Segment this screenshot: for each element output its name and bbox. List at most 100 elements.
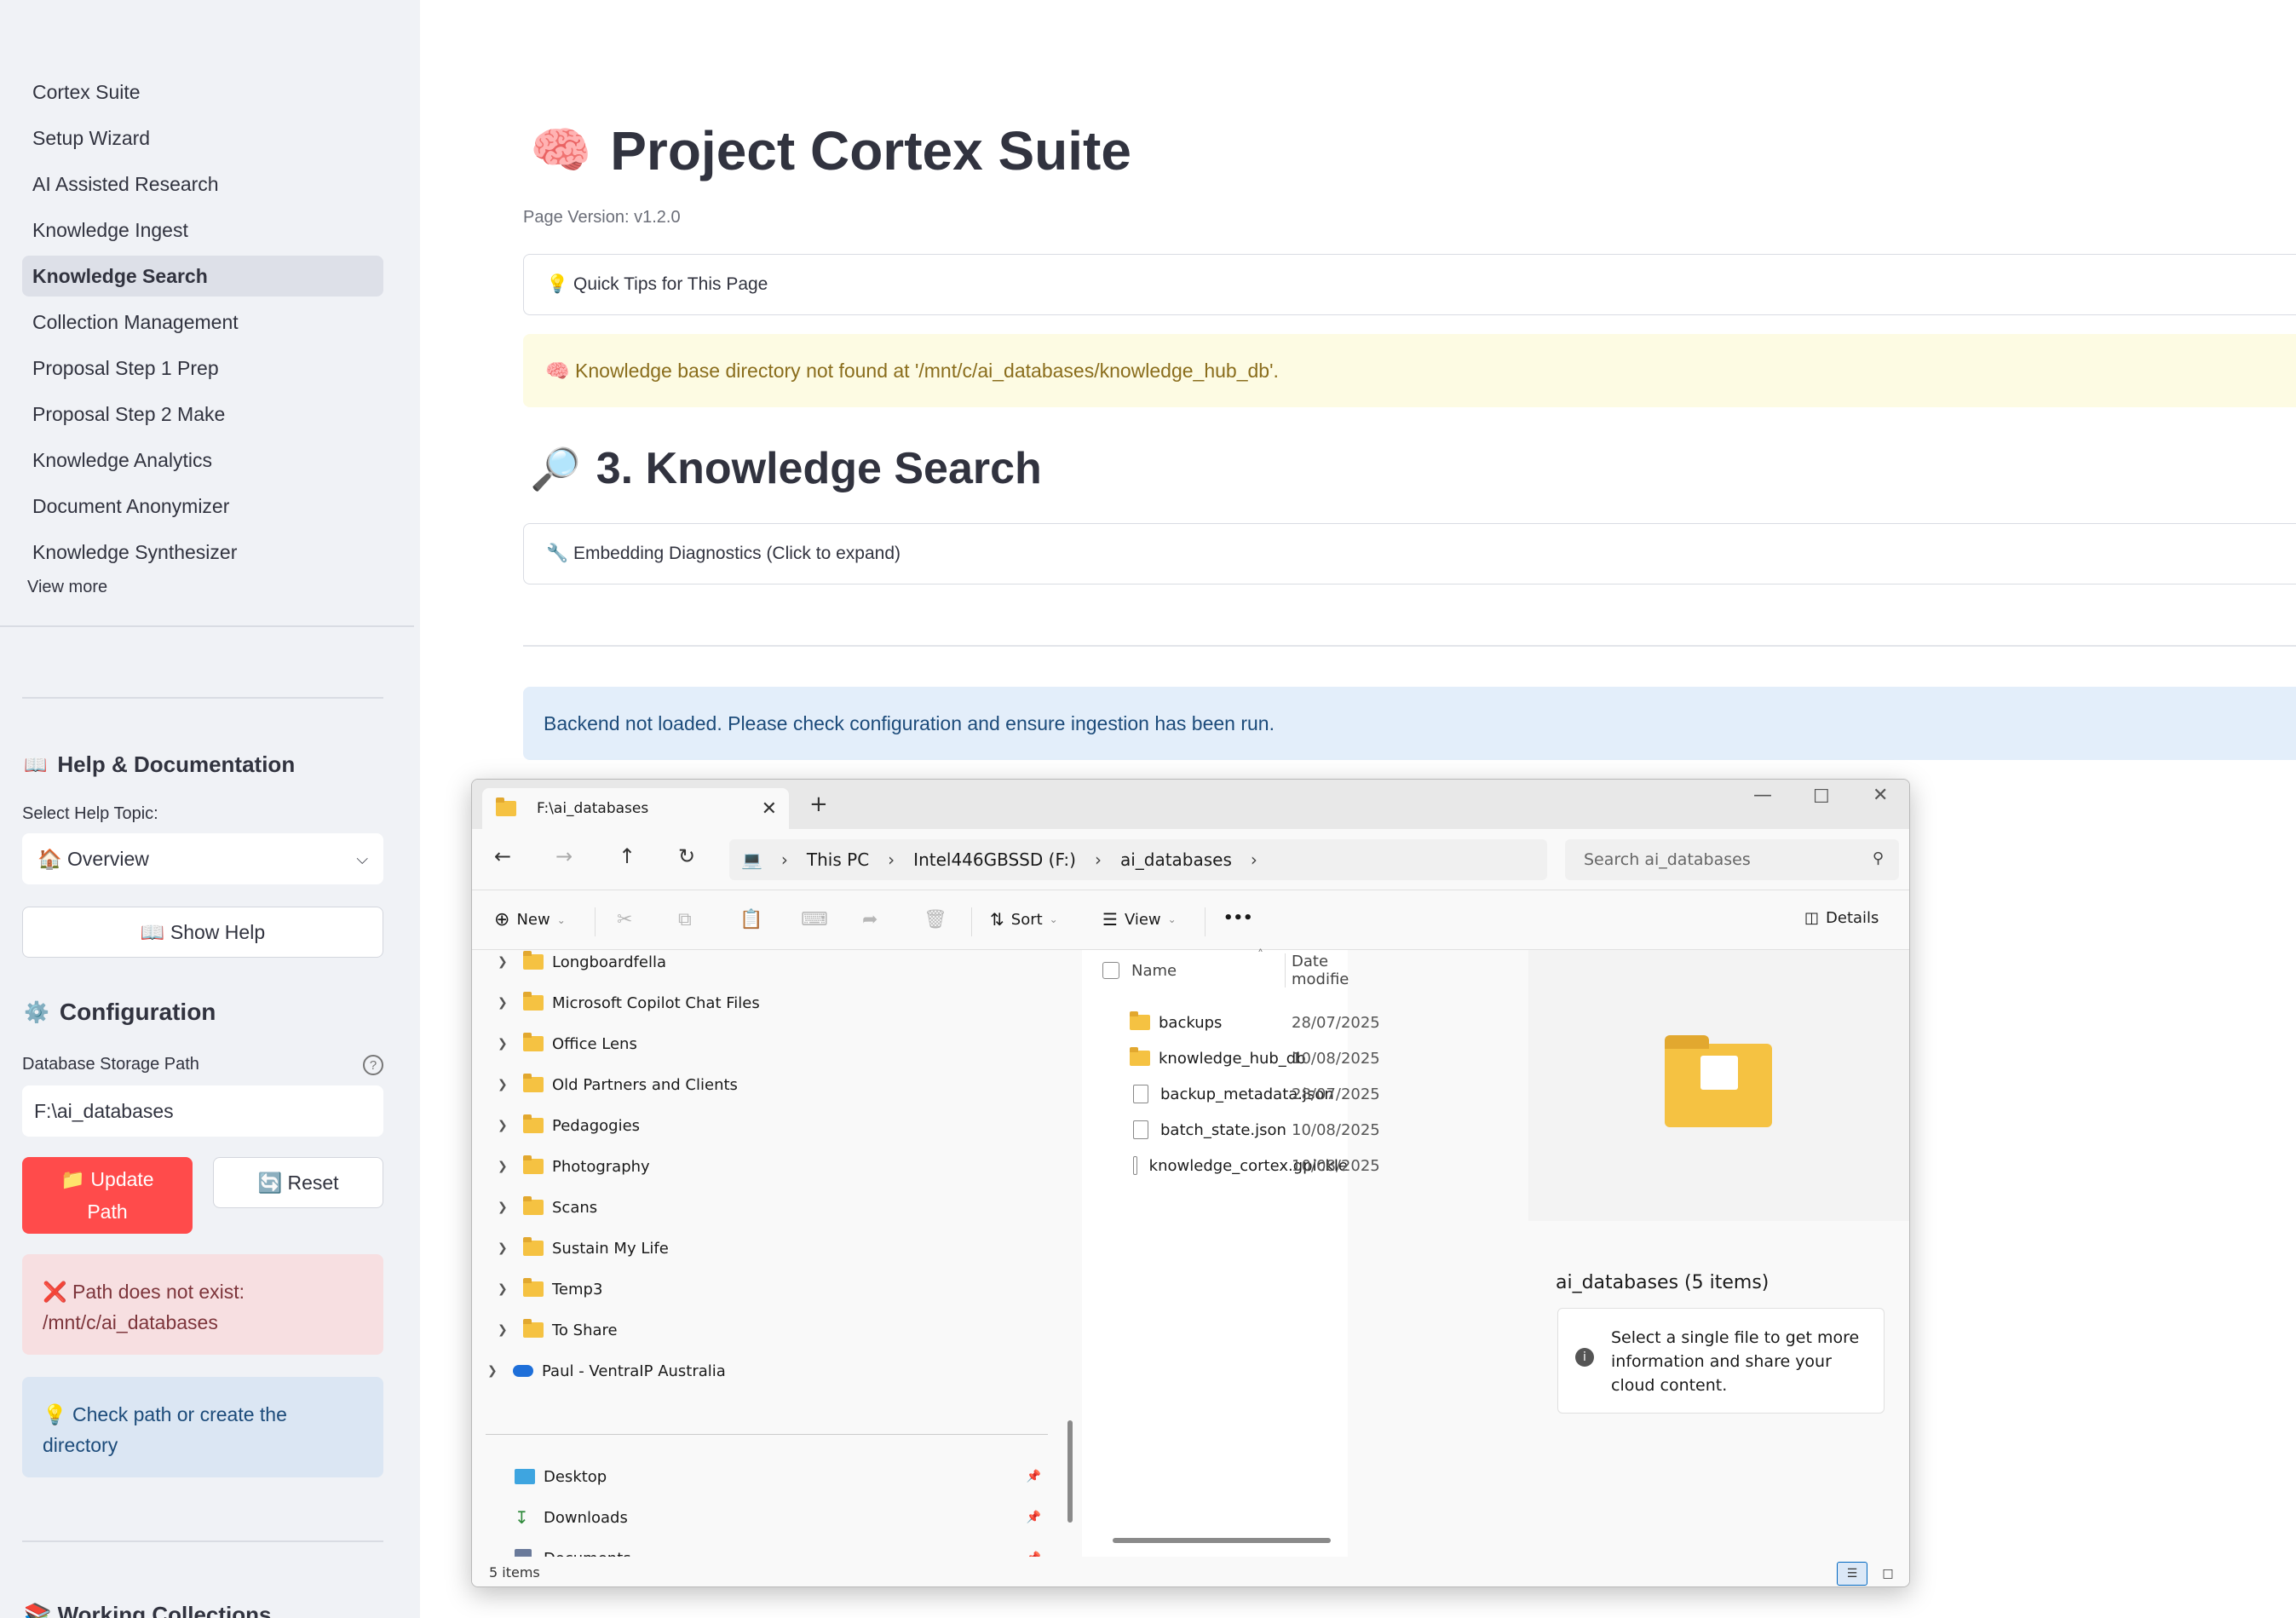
- horizontal-scrollbar[interactable]: [1113, 1538, 1331, 1543]
- forward-arrow-icon[interactable]: →: [555, 844, 573, 868]
- folder-icon: [496, 797, 516, 816]
- tree-item[interactable]: ❯ Scans: [498, 1187, 597, 1228]
- column-name[interactable]: Name: [1131, 962, 1177, 980]
- close-tab-icon[interactable]: ✕: [762, 798, 777, 820]
- nav-item-collection-management[interactable]: Collection Management: [22, 302, 383, 343]
- chevron-right-icon[interactable]: ❯: [498, 1323, 523, 1337]
- chevron-right-icon[interactable]: ❯: [487, 1364, 513, 1378]
- tree-item[interactable]: ❯ To Share: [498, 1310, 618, 1350]
- search-input[interactable]: Search ai_databases ⚲: [1565, 839, 1899, 880]
- tree-item[interactable]: ❯ Office Lens: [498, 1023, 637, 1064]
- nav-item-proposal-step-2[interactable]: Proposal Step 2 Make: [22, 394, 383, 435]
- breadcrumb[interactable]: 💻 › This PC › Intel446GBSSD (F:) › ai_da…: [729, 839, 1547, 880]
- view-button[interactable]: ☰ View ⌄: [1102, 909, 1177, 930]
- nav-scrollbar[interactable]: [1067, 1420, 1073, 1523]
- database-path-input[interactable]: F:\ai_databases: [22, 1085, 383, 1137]
- chevron-right-icon[interactable]: ❯: [498, 1078, 523, 1091]
- nav-item-proposal-step-1[interactable]: Proposal Step 1 Prep: [22, 348, 383, 389]
- file-row[interactable]: knowledge_cortex.gpickle 10/08/2025: [1082, 1148, 1380, 1183]
- close-window-icon[interactable]: ✕: [1873, 785, 1888, 806]
- pin-icon[interactable]: 📌: [1027, 1511, 1041, 1524]
- tree-item[interactable]: ❯ Pedagogies: [498, 1105, 640, 1146]
- help-topic-select[interactable]: 🏠 Overview ⌵: [22, 833, 383, 884]
- embedding-diagnostics-expander[interactable]: 🔧 Embedding Diagnostics (Click to expand…: [523, 523, 2296, 584]
- minimize-icon[interactable]: —: [1753, 785, 1772, 806]
- breadcrumb-folder[interactable]: ai_databases: [1120, 849, 1232, 870]
- cut-icon[interactable]: ✂: [617, 909, 632, 930]
- select-all-checkbox[interactable]: [1102, 962, 1119, 979]
- chevron-right-icon[interactable]: ❯: [498, 1037, 523, 1051]
- file-row[interactable]: batch_state.json 10/08/2025: [1082, 1112, 1380, 1148]
- up-arrow-icon[interactable]: ↑: [619, 844, 636, 868]
- file-date: 28/07/2025: [1292, 1013, 1380, 1032]
- maximize-icon[interactable]: ☐: [1813, 786, 1830, 808]
- tree-item[interactable]: ❯ Microsoft Copilot Chat Files: [498, 982, 760, 1023]
- path-error-alert: ❌ Path does not exist: /mnt/c/ai_databas…: [22, 1254, 383, 1355]
- tree-item[interactable]: ❯ Sustain My Life: [498, 1228, 669, 1269]
- breadcrumb-this-pc[interactable]: This PC: [807, 849, 869, 870]
- details-info-text: Select a single file to get more informa…: [1611, 1328, 1860, 1395]
- details-button[interactable]: ◫ Details: [1804, 909, 1879, 927]
- chevron-right-icon[interactable]: ❯: [498, 1201, 523, 1214]
- nav-item-ai-assisted-research[interactable]: AI Assisted Research: [22, 164, 383, 204]
- quick-tips-expander[interactable]: 💡 Quick Tips for This Page: [523, 254, 2296, 315]
- command-bar: ⊕ New ⌄ ✂ ⧉ 📋 ⌨ ➦ 🗑 ⇅ Sort ⌄ ☰ View ⌄ ••…: [472, 890, 1909, 950]
- explorer-tab[interactable]: F:\ai_databases ✕: [482, 788, 789, 829]
- command-separator: [1205, 907, 1206, 936]
- magnifier-icon: 🔎: [530, 446, 581, 492]
- show-help-button[interactable]: 📖 Show Help: [22, 907, 383, 958]
- sort-button[interactable]: ⇅ Sort ⌄: [990, 909, 1058, 930]
- copy-icon[interactable]: ⧉: [678, 909, 692, 930]
- file-row[interactable]: backup_metadata.json 28/07/2025: [1082, 1076, 1380, 1112]
- file-row[interactable]: backups 28/07/2025: [1082, 1005, 1380, 1040]
- tree-item-cloud[interactable]: ❯ Paul - VentraIP Australia: [487, 1350, 726, 1391]
- main-divider: [523, 645, 2296, 647]
- tree-item-label: Pedagogies: [552, 1116, 641, 1135]
- tree-item[interactable]: ❯ Old Partners and Clients: [498, 1064, 738, 1105]
- more-options-icon[interactable]: •••: [1223, 909, 1253, 927]
- pin-icon[interactable]: 📌: [1027, 1470, 1041, 1483]
- delete-icon[interactable]: 🗑: [924, 909, 947, 930]
- breadcrumb-drive[interactable]: Intel446GBSSD (F:): [913, 849, 1076, 870]
- chevron-right-icon[interactable]: ❯: [498, 1160, 523, 1173]
- file-row[interactable]: knowledge_hub_db 10/08/2025: [1082, 1040, 1380, 1076]
- column-date[interactable]: Date modifie: [1292, 953, 1349, 988]
- quick-access-downloads[interactable]: ↧ Downloads: [515, 1497, 628, 1538]
- chevron-right-icon: ›: [780, 849, 788, 870]
- tree-item[interactable]: ❯ Photography: [498, 1146, 650, 1187]
- rename-icon[interactable]: ⌨: [801, 909, 828, 930]
- nav-item-cortex-suite[interactable]: Cortex Suite: [22, 72, 383, 112]
- nav-item-document-anonymizer[interactable]: Document Anonymizer: [22, 486, 383, 527]
- nav-item-knowledge-synthesizer[interactable]: Knowledge Synthesizer: [22, 532, 383, 573]
- reset-button[interactable]: 🔄 Reset: [213, 1157, 383, 1208]
- nav-item-knowledge-analytics[interactable]: Knowledge Analytics: [22, 440, 383, 481]
- update-path-button[interactable]: 📁 Update Path: [22, 1157, 193, 1234]
- help-tooltip-icon[interactable]: ?: [363, 1055, 383, 1075]
- tiles-view-icon[interactable]: □: [1873, 1562, 1903, 1586]
- nav-item-setup-wizard[interactable]: Setup Wizard: [22, 118, 383, 158]
- book-icon: 📖: [24, 753, 48, 775]
- sidebar-divider: [22, 697, 383, 699]
- chevron-right-icon[interactable]: ❯: [498, 1119, 523, 1132]
- quick-access-desktop[interactable]: Desktop: [515, 1456, 607, 1497]
- view-more-link[interactable]: View more: [27, 578, 107, 597]
- paste-icon[interactable]: 📋: [739, 909, 762, 930]
- nav-item-knowledge-search[interactable]: Knowledge Search: [22, 256, 383, 297]
- chevron-right-icon[interactable]: ❯: [498, 955, 523, 969]
- details-view-icon[interactable]: ☰: [1837, 1562, 1867, 1586]
- new-tab-icon[interactable]: +: [809, 792, 828, 817]
- chevron-right-icon[interactable]: ❯: [498, 1241, 523, 1255]
- new-button[interactable]: ⊕ New ⌄: [494, 909, 566, 930]
- json-file-icon: [1133, 1120, 1148, 1139]
- large-folder-icon: [1665, 1035, 1772, 1127]
- back-arrow-icon[interactable]: ←: [494, 844, 511, 868]
- tree-item[interactable]: ❯ Temp3: [498, 1269, 602, 1310]
- chevron-right-icon[interactable]: ❯: [498, 996, 523, 1010]
- share-icon[interactable]: ➦: [862, 909, 878, 930]
- chevron-right-icon[interactable]: ❯: [498, 1282, 523, 1296]
- sort-up-icon: ˄: [1257, 948, 1263, 962]
- file-icon: [1133, 1156, 1137, 1175]
- refresh-icon[interactable]: ↻: [678, 844, 695, 868]
- nav-item-knowledge-ingest[interactable]: Knowledge Ingest: [22, 210, 383, 250]
- tree-item[interactable]: ❯ Longboardfella: [498, 941, 666, 982]
